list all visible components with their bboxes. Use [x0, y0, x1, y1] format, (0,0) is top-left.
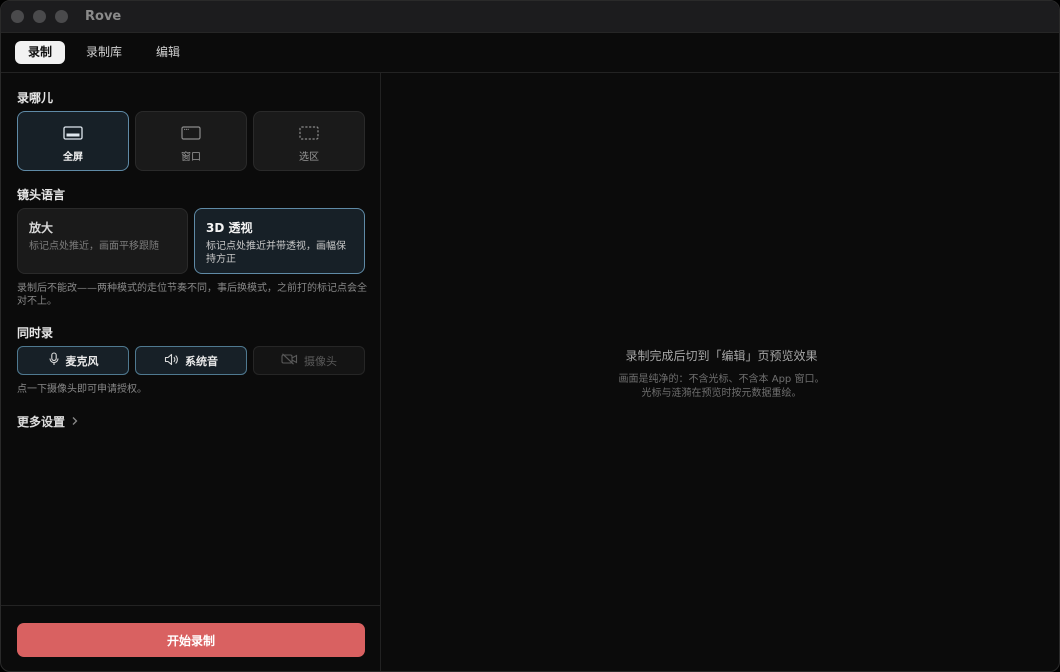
mode-3d-perspective[interactable]: 3D 透视 标记点处推近并带透视，画幅保持方正: [194, 208, 365, 274]
source-fullscreen-label: 全屏: [63, 152, 83, 163]
selection-icon: [299, 125, 319, 144]
preview-description-line-1: 画面是纯净的：不含光标、不含本 App 窗口。: [618, 374, 825, 385]
camera-off-icon: [281, 353, 298, 368]
source-label: 录哪儿: [17, 91, 54, 105]
bottom-divider: [1, 605, 381, 606]
mode-zoom[interactable]: 放大 标记点处推近，画面平移跟随: [17, 208, 188, 274]
speaker-icon: [164, 353, 179, 369]
source-selection-label: 选区: [299, 152, 319, 163]
start-recording-button[interactable]: 开始录制: [17, 623, 365, 657]
mode-3d-desc: 标记点处推近并带透视，画幅保持方正: [206, 241, 346, 265]
preview-panel: 录制完成后切到「编辑」页预览效果 画面是纯净的：不含光标、不含本 App 窗口。…: [382, 73, 1059, 671]
window-controls: [11, 10, 68, 23]
source-window[interactable]: 窗口: [135, 111, 247, 171]
preview-empty-title: 录制完成后切到「编辑」页预览效果: [625, 349, 818, 363]
title-bar: Rove: [1, 1, 1059, 33]
preview-description-line-2: 光标与涟漪在预览时按元数据重绘。: [641, 388, 802, 399]
system-audio-label: 系统音: [185, 354, 218, 368]
simultaneous-label: 同时录: [17, 326, 54, 340]
camera-label: 摄像头: [304, 354, 337, 368]
settings-panel: 录哪儿 全屏 窗口 选区 镜头语言 放大 标记点处推近，画面平移跟随 3D 透视: [1, 73, 381, 671]
tab-record[interactable]: 录制: [15, 41, 65, 64]
mode-note: 录制后不能改——两种模式的走位节奏不同，事后换模式，之前打的标记点会全对不上。: [17, 283, 367, 307]
tab-bar: 录制 录制库 编辑: [1, 33, 1059, 73]
minimize-window-button[interactable]: [33, 10, 46, 23]
microphone-label: 麦克风: [65, 354, 99, 368]
app-title: Rove: [85, 9, 122, 24]
tab-edit[interactable]: 编辑: [145, 41, 191, 64]
mode-zoom-title: 放大: [29, 221, 54, 235]
close-window-button[interactable]: [11, 10, 24, 23]
toggle-camera[interactable]: 摄像头: [253, 346, 365, 375]
source-fullscreen[interactable]: 全屏: [17, 111, 129, 171]
preview-empty-description: 画面是纯净的：不含光标、不含本 App 窗口。 光标与涟漪在预览时按元数据重绘。: [382, 373, 1059, 401]
more-settings-toggle[interactable]: 更多设置: [17, 413, 79, 430]
mode-zoom-desc: 标记点处推近，画面平移跟随: [29, 241, 159, 252]
source-window-label: 窗口: [181, 152, 201, 163]
toggle-system-audio[interactable]: 系统音: [135, 346, 247, 375]
more-settings-label: 更多设置: [17, 415, 66, 429]
app-window: Rove 录制 录制库 编辑 录哪儿 全屏 窗口 选区 镜头语言 放大 标记点处…: [0, 0, 1060, 672]
tab-library[interactable]: 录制库: [79, 41, 129, 64]
toggle-microphone[interactable]: 麦克风: [17, 346, 129, 375]
window-icon: [181, 125, 201, 144]
chevron-right-icon: [71, 415, 79, 429]
camera-note: 点一下摄像头即可申请授权。: [17, 384, 147, 395]
zoom-window-button[interactable]: [55, 10, 68, 23]
microphone-icon: [48, 352, 60, 369]
mode-3d-title: 3D 透视: [206, 221, 253, 235]
camera-language-label: 镜头语言: [17, 188, 66, 202]
source-selection[interactable]: 选区: [253, 111, 365, 171]
fullscreen-icon: [63, 125, 83, 144]
